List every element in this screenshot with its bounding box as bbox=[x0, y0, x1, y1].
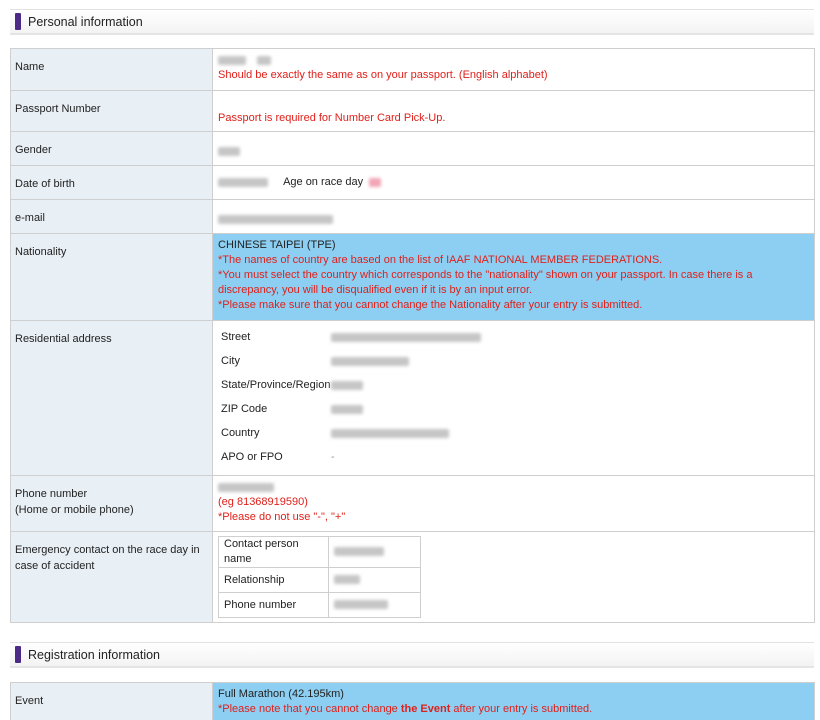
gender-value-cell bbox=[212, 131, 815, 166]
emergency-value-cell: Contact person name Relationship Phone n… bbox=[212, 531, 815, 623]
apo-label: APO or FPO bbox=[221, 450, 283, 463]
nationality-note-2: *You must select the country which corre… bbox=[218, 269, 753, 296]
dob-redacted bbox=[218, 177, 268, 187]
country-label: Country bbox=[221, 426, 260, 439]
zip-redacted bbox=[331, 404, 363, 414]
email-label: e-mail bbox=[10, 199, 213, 234]
state-label: State/Province/Region bbox=[221, 378, 331, 391]
dob-value-cell: Age on race day bbox=[212, 165, 815, 200]
name-first-redacted bbox=[218, 55, 246, 65]
name-note: Should be exactly the same as on your pa… bbox=[218, 69, 548, 81]
emergency-contact-row: Contact person name bbox=[218, 536, 421, 568]
passport-label: Passport Number bbox=[10, 90, 213, 132]
email-value-cell bbox=[212, 199, 815, 234]
phone-redacted bbox=[218, 482, 274, 492]
email-redacted bbox=[218, 214, 333, 224]
phone-note: *Please do not use "-", "+" bbox=[218, 511, 346, 523]
gender-redacted bbox=[218, 146, 240, 156]
age-redacted bbox=[369, 177, 382, 187]
age-label: Age on race day bbox=[283, 176, 364, 188]
address-zip-row: ZIP Code bbox=[218, 397, 809, 421]
phone-label-cell: Phone number (Home or mobile phone) bbox=[10, 475, 213, 532]
street-redacted bbox=[331, 332, 481, 342]
nationality-note-1: *The names of country are based on the l… bbox=[218, 254, 663, 266]
emergency-phone-label: Phone number bbox=[218, 592, 329, 618]
registration-info-table: Event Full Marathon (42.195km) *Please n… bbox=[10, 682, 815, 720]
address-state-row: State/Province/Region bbox=[218, 373, 809, 397]
apo-value: - bbox=[331, 450, 335, 463]
relationship-value bbox=[328, 567, 421, 593]
phone-example: (eg 81368919590) bbox=[218, 496, 308, 508]
address-city-row: City bbox=[218, 349, 809, 373]
name-label: Name bbox=[10, 48, 213, 91]
personal-info-table: Name Should be exactly the same as on yo… bbox=[10, 48, 815, 623]
contact-person-label: Contact person name bbox=[218, 536, 329, 568]
section-marker bbox=[15, 646, 21, 663]
passport-value-cell: Passport is required for Number Card Pic… bbox=[212, 90, 815, 132]
relationship-redacted bbox=[334, 575, 360, 585]
name-last-redacted bbox=[257, 55, 272, 65]
emergency-table: Contact person name Relationship Phone n… bbox=[218, 536, 421, 618]
city-redacted bbox=[331, 356, 409, 366]
personal-info-header: Personal information bbox=[10, 9, 814, 35]
registration-info-title: Registration information bbox=[28, 647, 161, 662]
city-label: City bbox=[221, 354, 240, 367]
state-redacted bbox=[331, 380, 363, 390]
nationality-value-cell: CHINESE TAIPEI (TPE) *The names of count… bbox=[212, 233, 815, 321]
nationality-value: CHINESE TAIPEI (TPE) bbox=[218, 239, 336, 251]
event-note-suffix: after your entry is submitted. bbox=[450, 703, 593, 715]
gender-label: Gender bbox=[10, 131, 213, 166]
section-marker bbox=[15, 13, 21, 30]
address-apo-row: APO or FPO - bbox=[218, 445, 809, 469]
address-value-cell: Street City State/Province/Region ZIP Co… bbox=[212, 320, 815, 476]
zip-label: ZIP Code bbox=[221, 402, 268, 415]
phone-label-sub: (Home or mobile phone) bbox=[15, 504, 134, 516]
emergency-phone-redacted bbox=[334, 600, 388, 610]
address-street-row: Street bbox=[218, 325, 809, 349]
phone-value-cell: (eg 81368919590) *Please do not use "-",… bbox=[212, 475, 815, 532]
event-note-bold: the Event bbox=[400, 703, 451, 715]
dob-label: Date of birth bbox=[10, 165, 213, 200]
nationality-label: Nationality bbox=[10, 233, 213, 321]
event-value-cell: Full Marathon (42.195km) *Please note th… bbox=[212, 682, 815, 720]
street-label: Street bbox=[221, 330, 251, 343]
emergency-label: Emergency contact on the race day in cas… bbox=[10, 531, 213, 623]
address-country-row: Country bbox=[218, 421, 809, 445]
emergency-phone-row: Phone number bbox=[218, 592, 421, 618]
personal-info-title: Personal information bbox=[28, 14, 143, 29]
contact-person-redacted bbox=[334, 547, 384, 557]
relationship-label: Relationship bbox=[218, 567, 329, 593]
address-label: Residential address bbox=[10, 320, 213, 476]
event-label: Event bbox=[10, 682, 213, 720]
country-redacted bbox=[331, 428, 449, 438]
event-value: Full Marathon (42.195km) bbox=[218, 688, 344, 700]
emergency-phone-value bbox=[328, 592, 421, 618]
phone-label: Phone number bbox=[15, 488, 88, 500]
name-value-cell: Should be exactly the same as on your pa… bbox=[212, 48, 815, 91]
registration-info-header: Registration information bbox=[10, 642, 814, 668]
nationality-note-3: *Please make sure that you cannot change… bbox=[218, 299, 643, 311]
passport-note: Passport is required for Number Card Pic… bbox=[218, 112, 446, 124]
event-note-prefix: *Please note that you cannot change bbox=[218, 703, 401, 715]
emergency-relationship-row: Relationship bbox=[218, 567, 421, 593]
contact-person-value bbox=[328, 536, 421, 568]
event-note: *Please note that you cannot change the … bbox=[218, 702, 809, 717]
